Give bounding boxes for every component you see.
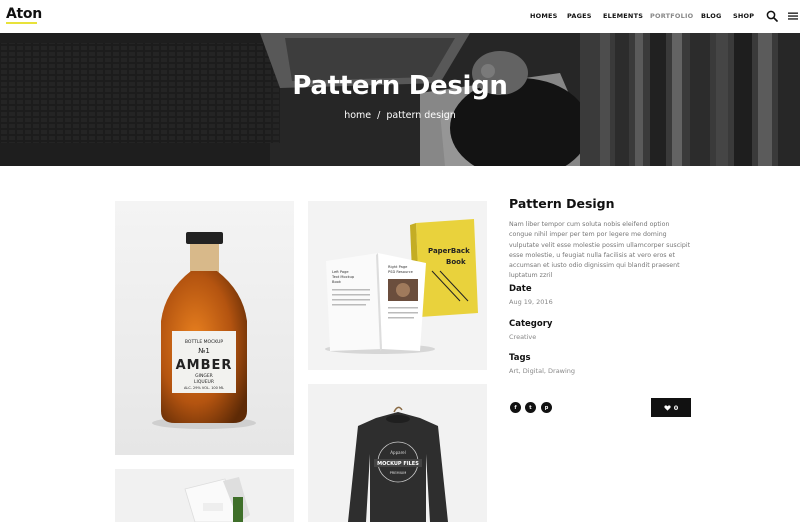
nav-item-pages[interactable]: PAGES — [567, 12, 592, 20]
bottle-label-line4: LIQUEUR — [194, 379, 214, 385]
search-icon[interactable] — [766, 10, 778, 22]
book-right-line1: Right Page — [388, 265, 408, 269]
date-value: Aug 19, 2016 — [509, 298, 553, 306]
like-button[interactable]: 0 — [651, 398, 691, 417]
book-right-line2: PSD Resource — [388, 270, 414, 274]
book-cover-title1: PaperBack — [428, 247, 470, 255]
project-details: Pattern Design Nam liber tempor cum solu… — [509, 196, 691, 282]
nav-item-shop[interactable]: SHOP — [733, 12, 754, 20]
breadcrumb: home / pattern design — [0, 110, 800, 121]
heart-icon — [664, 404, 671, 411]
pinterest-glyph: p — [544, 404, 549, 411]
tags-label: Tags — [509, 353, 531, 363]
book-left-line2: Text Mockup — [331, 275, 355, 279]
gallery-image-package[interactable] — [115, 469, 294, 522]
bottle-label-number: №1 — [198, 347, 210, 355]
nav-item-blog[interactable]: BLOG — [701, 12, 722, 20]
logo-accent-bar — [6, 22, 37, 24]
category-label: Category — [509, 319, 553, 329]
top-navigation: Aton HOMES PAGES ELEMENTS PORTFOLIO BLOG… — [0, 0, 800, 33]
nav-item-elements[interactable]: ELEMENTS — [603, 12, 643, 20]
bottle-mockup-image: BOTTLE MOCKUP №1 AMBER GINGER LIQUEUR AL… — [115, 201, 294, 455]
nav-item-portfolio[interactable]: PORTFOLIO — [650, 12, 693, 20]
book-left-line3: Book — [332, 280, 342, 284]
breadcrumb-current: pattern design — [386, 110, 456, 121]
bottle-label-brand: AMBER — [176, 358, 233, 373]
breadcrumb-separator: / — [377, 110, 381, 121]
main-menu: HOMES PAGES ELEMENTS PORTFOLIO BLOG SHOP — [0, 12, 800, 22]
book-mockup-image: PaperBack Book Left Page Text Mockup Boo… — [308, 201, 487, 370]
date-label: Date — [509, 284, 532, 294]
project-title: Pattern Design — [509, 196, 615, 211]
project-description: Nam liber tempor cum soluta nobis eleife… — [509, 221, 691, 280]
bottle-label-line3: GINGER — [195, 373, 213, 379]
gallery-image-book[interactable]: PaperBack Book Left Page Text Mockup Boo… — [308, 201, 487, 370]
sweater-print-top: Apparel — [390, 450, 405, 455]
breadcrumb-home-link[interactable]: home — [344, 110, 371, 121]
twitter-glyph: t — [529, 404, 532, 411]
gallery-image-bottle[interactable]: BOTTLE MOCKUP №1 AMBER GINGER LIQUEUR AL… — [115, 201, 294, 455]
category-value[interactable]: Creative — [509, 333, 536, 341]
gallery-image-sweater[interactable]: Apparel MOCKUP FILES PREMIUM — [308, 384, 487, 522]
bottle-label-line1: BOTTLE MOCKUP — [185, 339, 223, 345]
sweater-mockup-image: Apparel MOCKUP FILES PREMIUM — [308, 384, 487, 522]
pinterest-icon[interactable]: p — [541, 402, 552, 413]
bottle-label-line5: ALC. 29% VOL. 100 ML — [184, 386, 224, 390]
book-left-line1: Left Page — [332, 270, 349, 274]
page-title: Pattern Design — [292, 71, 508, 101]
facebook-icon[interactable]: f — [510, 402, 521, 413]
page-hero-banner: Pattern Design home / pattern design — [0, 33, 800, 166]
tags-value[interactable]: Art, Digital, Drawing — [509, 367, 575, 375]
sweater-print-sub: PREMIUM — [390, 471, 407, 475]
nav-item-homes[interactable]: HOMES — [530, 12, 558, 20]
like-count: 0 — [673, 403, 679, 412]
facebook-glyph: f — [514, 404, 517, 411]
twitter-icon[interactable]: t — [525, 402, 536, 413]
book-cover-title2: Book — [446, 258, 466, 266]
menu-icon[interactable] — [788, 11, 798, 21]
sweater-print-main: MOCKUP FILES — [377, 461, 419, 467]
package-mockup-image — [115, 469, 294, 522]
